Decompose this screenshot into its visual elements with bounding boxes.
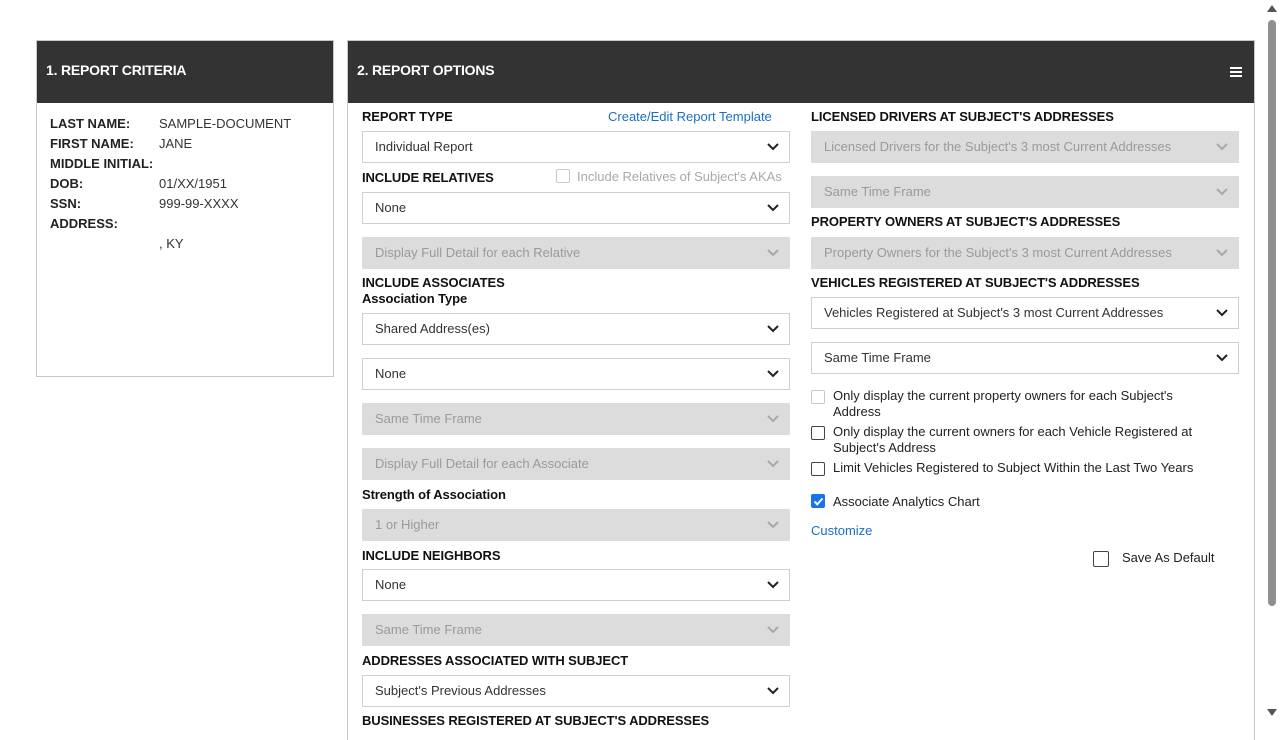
report-type-value: Individual Report (375, 139, 473, 154)
relatives-value: None (375, 200, 407, 215)
association-type-select[interactable]: Shared Address(es) (362, 313, 790, 345)
chevron-down-icon (1216, 142, 1228, 152)
current-property-owners-label: Only display the current property owners… (833, 388, 1173, 419)
last-name-value: SAMPLE-DOCUMENT (159, 116, 292, 131)
chevron-down-icon (767, 520, 779, 530)
associates-value: None (375, 366, 407, 381)
strength-of-association-label: Strength of Association (362, 487, 506, 502)
chevron-down-icon (767, 459, 779, 469)
chevron-down-icon (767, 203, 779, 213)
report-options-title: 2. REPORT OPTIONS (357, 62, 495, 78)
strength-of-association-select[interactable]: 1 or Higher (362, 509, 790, 541)
vehicles-time-frame-select[interactable]: Same Time Frame (811, 342, 1239, 374)
neighbors-value: None (375, 577, 407, 592)
current-vehicle-owners-label: Only display the current owners for each… (833, 424, 1193, 455)
report-criteria-title: 1. REPORT CRITERIA (37, 41, 333, 103)
licensed-drivers-select[interactable]: Licensed Drivers for the Subject's 3 mos… (811, 131, 1239, 163)
vehicles-value: Vehicles Registered at Subject's 3 most … (824, 305, 1164, 320)
associates-detail-value: Display Full Detail for each Associate (375, 456, 589, 471)
chevron-down-icon (767, 324, 779, 334)
first-name-value: JANE (159, 136, 193, 151)
address-line2-value: , KY (159, 236, 184, 251)
licensed-drivers-label: LICENSED DRIVERS AT SUBJECT'S ADDRESSES (811, 109, 1114, 124)
vehicles-registered-label: VEHICLES REGISTERED AT SUBJECT'S ADDRESS… (811, 275, 1140, 290)
chevron-down-icon (767, 686, 779, 696)
chevron-down-icon (767, 142, 779, 152)
chevron-down-icon (1216, 187, 1228, 197)
create-edit-template-link[interactable]: Create/Edit Report Template (608, 109, 772, 124)
chevron-down-icon (767, 580, 779, 590)
limit-vehicles-checkbox[interactable] (811, 462, 825, 476)
associate-analytics-label: Associate Analytics Chart (833, 494, 980, 509)
dob-label: DOB: (50, 176, 84, 191)
chevron-down-icon (767, 248, 779, 258)
chevron-down-icon (767, 414, 779, 424)
chevron-down-icon (1216, 248, 1228, 258)
ssn-label: SSN: (50, 196, 82, 211)
drivers-value: Licensed Drivers for the Subject's 3 mos… (824, 139, 1172, 154)
chevron-down-icon (767, 369, 779, 379)
include-neighbors-label: INCLUDE NEIGHBORS (362, 548, 501, 563)
report-options-header: 2. REPORT OPTIONS (348, 41, 1254, 103)
property-owners-select[interactable]: Property Owners for the Subject's 3 most… (811, 237, 1239, 269)
checkmark-icon (813, 497, 824, 506)
associates-detail-select[interactable]: Display Full Detail for each Associate (362, 448, 790, 480)
include-relatives-label: INCLUDE RELATIVES (362, 170, 494, 185)
addresses-associated-label: ADDRESSES ASSOCIATED WITH SUBJECT (362, 653, 629, 668)
chevron-down-icon (767, 625, 779, 635)
association-type-value: Shared Address(es) (375, 321, 490, 336)
include-associates-label: INCLUDE ASSOCIATES (362, 275, 505, 290)
middle-initial-label: MIDDLE INITIAL: (50, 156, 154, 171)
associates-time-frame-value: Same Time Frame (375, 411, 482, 426)
associate-analytics-checkbox[interactable] (811, 494, 825, 508)
current-property-owners-checkbox[interactable] (811, 390, 825, 404)
address-label: ADDRESS: (50, 216, 118, 231)
vehicles-registered-select[interactable]: Vehicles Registered at Subject's 3 most … (811, 297, 1239, 329)
save-as-default-checkbox[interactable] (1093, 551, 1109, 567)
report-type-select[interactable]: Individual Report (362, 131, 790, 163)
association-type-label: Association Type (362, 291, 468, 306)
last-name-label: LAST NAME: (50, 116, 131, 131)
neighbors-time-frame-select[interactable]: Same Time Frame (362, 614, 790, 646)
scroll-up-arrow-icon[interactable] (1267, 5, 1277, 12)
include-relatives-select[interactable]: None (362, 192, 790, 224)
save-as-default-label: Save As Default (1122, 550, 1215, 565)
addresses-associated-select[interactable]: Subject's Previous Addresses (362, 675, 790, 707)
relatives-aka-label: Include Relatives of Subject's AKAs (577, 169, 782, 184)
relatives-aka-checkbox[interactable] (556, 169, 570, 183)
include-associates-select[interactable]: None (362, 358, 790, 390)
relatives-detail-value: Display Full Detail for each Relative (375, 245, 581, 260)
chevron-down-icon (1216, 308, 1228, 318)
scrollbar-thumb[interactable] (1268, 20, 1276, 606)
relatives-detail-select[interactable]: Display Full Detail for each Relative (362, 237, 790, 269)
drivers-time-frame-value: Same Time Frame (824, 184, 931, 199)
chevron-down-icon (1216, 353, 1228, 363)
ssn-value: 999-99-XXXX (159, 196, 239, 211)
first-name-label: FIRST NAME: (50, 136, 134, 151)
report-criteria-panel: 1. REPORT CRITERIA LAST NAME: SAMPLE-DOC… (36, 40, 334, 377)
include-neighbors-select[interactable]: None (362, 569, 790, 601)
report-type-label: REPORT TYPE (362, 109, 453, 124)
property-owners-label: PROPERTY OWNERS AT SUBJECT'S ADDRESSES (811, 214, 1121, 229)
drivers-time-frame-select[interactable]: Same Time Frame (811, 176, 1239, 208)
customize-link[interactable]: Customize (811, 523, 872, 538)
hamburger-icon[interactable] (1230, 67, 1242, 79)
page-scrollbar[interactable] (1263, 0, 1280, 721)
scroll-down-arrow-icon[interactable] (1267, 709, 1277, 716)
strength-value: 1 or Higher (375, 517, 440, 532)
property-value: Property Owners for the Subject's 3 most… (824, 245, 1172, 260)
addresses-value: Subject's Previous Addresses (375, 683, 546, 698)
dob-value: 01/XX/1951 (159, 176, 227, 191)
vehicles-time-frame-value: Same Time Frame (824, 350, 931, 365)
associates-time-frame-select[interactable]: Same Time Frame (362, 403, 790, 435)
limit-vehicles-label: Limit Vehicles Registered to Subject Wit… (833, 460, 1194, 475)
current-vehicle-owners-checkbox[interactable] (811, 426, 825, 440)
neighbors-time-frame-value: Same Time Frame (375, 622, 482, 637)
